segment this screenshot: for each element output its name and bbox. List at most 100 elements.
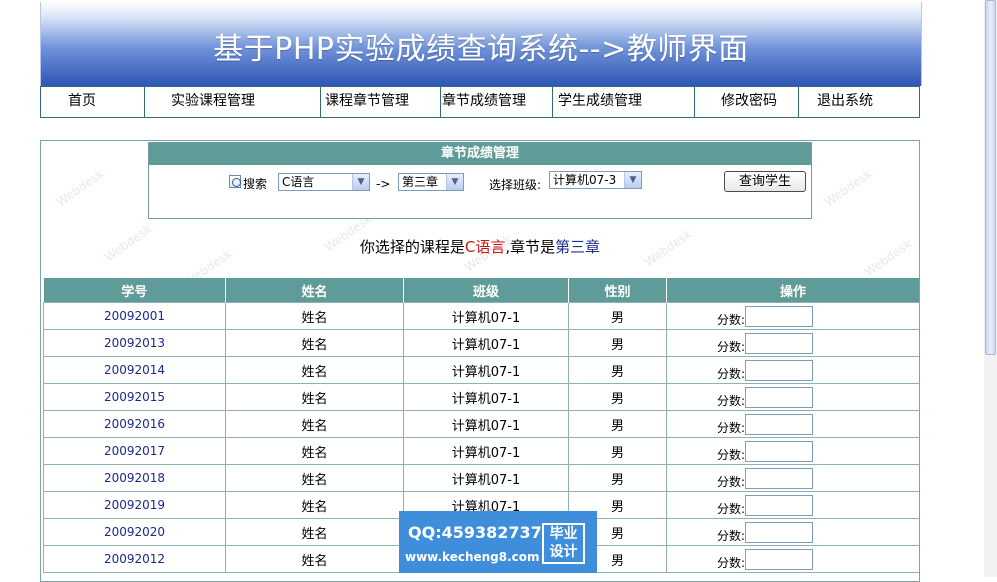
student-class-cell: 计算机07-1 (403, 464, 569, 492)
score-label: 分数: (717, 393, 746, 408)
score-label: 分数: (717, 474, 746, 489)
table-row: 20092017 姓名 计算机07-1 男 分数: (43, 437, 919, 465)
chevron-down-icon: ▼ (446, 174, 463, 190)
student-id-cell: 20092016 (43, 410, 226, 438)
score-input[interactable] (745, 548, 814, 570)
score-cell: 分数: (666, 383, 919, 411)
notice-course: C语言 (464, 238, 506, 256)
nav-item-logout[interactable]: 退出系统 (799, 87, 919, 117)
table-row: 20092015 姓名 计算机07-1 男 分数: (43, 383, 919, 411)
score-cell: 分数: (666, 518, 919, 546)
selection-notice: 你选择的课程是C语言,章节是第三章 (41, 236, 919, 257)
student-name-cell: 姓名 (225, 437, 404, 465)
nav-item-chapter-management[interactable]: 课程章节管理 (321, 87, 441, 117)
score-cell: 分数: (666, 410, 919, 438)
score-label: 分数: (717, 366, 746, 381)
student-gender-cell: 男 (568, 437, 667, 465)
table-row: 20092018 姓名 计算机07-1 男 分数: (43, 464, 919, 492)
student-id-cell: 20092014 (43, 356, 226, 384)
student-id-cell: 20092017 (43, 437, 226, 465)
query-students-button[interactable]: 查询学生 (724, 171, 806, 192)
student-class-cell: 计算机07-1 (403, 329, 569, 357)
score-label: 分数: (717, 501, 746, 516)
table-row: 20092001 姓名 计算机07-1 男 分数: (43, 302, 919, 330)
arrow-label: -> (376, 177, 391, 191)
student-name-cell: 姓名 (225, 329, 404, 357)
vertical-scrollbar[interactable] (984, 0, 997, 577)
student-name-cell: 姓名 (225, 383, 404, 411)
score-input[interactable] (745, 359, 814, 381)
nav-item-chapter-score-management[interactable]: 章节成绩管理 (441, 87, 553, 117)
student-gender-cell: 男 (568, 356, 667, 384)
main-nav: 首页 实验课程管理 课程章节管理 章节成绩管理 学生成绩管理 修改密码 退出系统 (40, 86, 920, 118)
ad-badge: 毕业 设计 (542, 523, 585, 564)
student-class-cell: 计算机07-1 (403, 437, 569, 465)
score-input[interactable] (745, 305, 814, 327)
score-input[interactable] (745, 386, 814, 408)
score-cell: 分数: (666, 329, 919, 357)
student-class-cell: 计算机07-1 (403, 302, 569, 330)
nav-item-home[interactable]: 首页 (41, 87, 145, 117)
score-label: 分数: (717, 312, 746, 327)
score-cell: 分数: (666, 437, 919, 465)
chapter-select[interactable]: 第三章 ▼ (398, 173, 464, 191)
score-label: 分数: (717, 555, 746, 570)
student-name-cell: 姓名 (225, 545, 404, 573)
student-id-cell: 20092013 (43, 329, 226, 357)
column-header-id: 学号 (43, 278, 226, 303)
score-cell: 分数: (666, 356, 919, 384)
score-cell: 分数: (666, 491, 919, 519)
student-name-cell: 姓名 (225, 356, 404, 384)
course-select[interactable]: C语言 ▼ (278, 173, 370, 191)
column-header-action: 操作 (666, 278, 919, 303)
watermark: Webdesk (821, 166, 875, 210)
search-icon (229, 175, 241, 188)
table-header-row: 学号 姓名 班级 性别 操作 (43, 278, 919, 303)
class-select[interactable]: 计算机07-3 ▼ (549, 171, 642, 189)
score-cell: 分数: (666, 464, 919, 492)
ad-banner[interactable]: QQ:459382737 www.kecheng8.com 毕业 设计 (399, 511, 597, 573)
score-cell: 分数: (666, 545, 919, 573)
score-input[interactable] (745, 494, 814, 516)
notice-mid: ,章节是 (505, 238, 556, 256)
score-input[interactable] (745, 332, 814, 354)
score-label: 分数: (717, 528, 746, 543)
watermark: Webdesk (53, 166, 107, 210)
student-class-cell: 计算机07-1 (403, 383, 569, 411)
notice-prefix: 你选择的课程是 (359, 238, 465, 256)
nav-item-change-password[interactable]: 修改密码 (695, 87, 799, 117)
student-id-cell: 20092019 (43, 491, 226, 519)
score-input[interactable] (745, 467, 814, 489)
student-id-cell: 20092020 (43, 518, 226, 546)
course-select-value: C语言 (282, 175, 315, 189)
score-input[interactable] (745, 413, 814, 435)
nav-item-course-management[interactable]: 实验课程管理 (145, 87, 321, 117)
column-header-name: 姓名 (225, 278, 404, 303)
nav-item-student-score-management[interactable]: 学生成绩管理 (553, 87, 695, 117)
student-gender-cell: 男 (568, 383, 667, 411)
student-id-cell: 20092012 (43, 545, 226, 573)
score-input[interactable] (745, 521, 814, 543)
search-label: 搜索 (243, 177, 268, 191)
student-id-cell: 20092001 (43, 302, 226, 330)
column-header-class: 班级 (403, 278, 569, 303)
chapter-select-value: 第三章 (402, 175, 439, 189)
score-input[interactable] (745, 440, 814, 462)
student-gender-cell: 男 (568, 329, 667, 357)
student-id-cell: 20092015 (43, 383, 226, 411)
score-label: 分数: (717, 420, 746, 435)
score-cell: 分数: (666, 302, 919, 330)
class-label: 选择班级: (489, 178, 542, 192)
student-gender-cell: 男 (568, 410, 667, 438)
scrollbar-thumb[interactable] (985, 0, 996, 355)
student-name-cell: 姓名 (225, 410, 404, 438)
table-row: 20092013 姓名 计算机07-1 男 分数: (43, 329, 919, 357)
student-name-cell: 姓名 (225, 464, 404, 492)
chevron-down-icon: ▼ (352, 174, 369, 190)
ad-badge-line2: 设计 (549, 544, 578, 560)
ad-qq: QQ:459382737 (408, 523, 542, 542)
chevron-down-icon: ▼ (624, 172, 641, 188)
student-gender-cell: 男 (568, 464, 667, 492)
student-gender-cell: 男 (568, 302, 667, 330)
class-select-value: 计算机07-3 (553, 173, 617, 187)
